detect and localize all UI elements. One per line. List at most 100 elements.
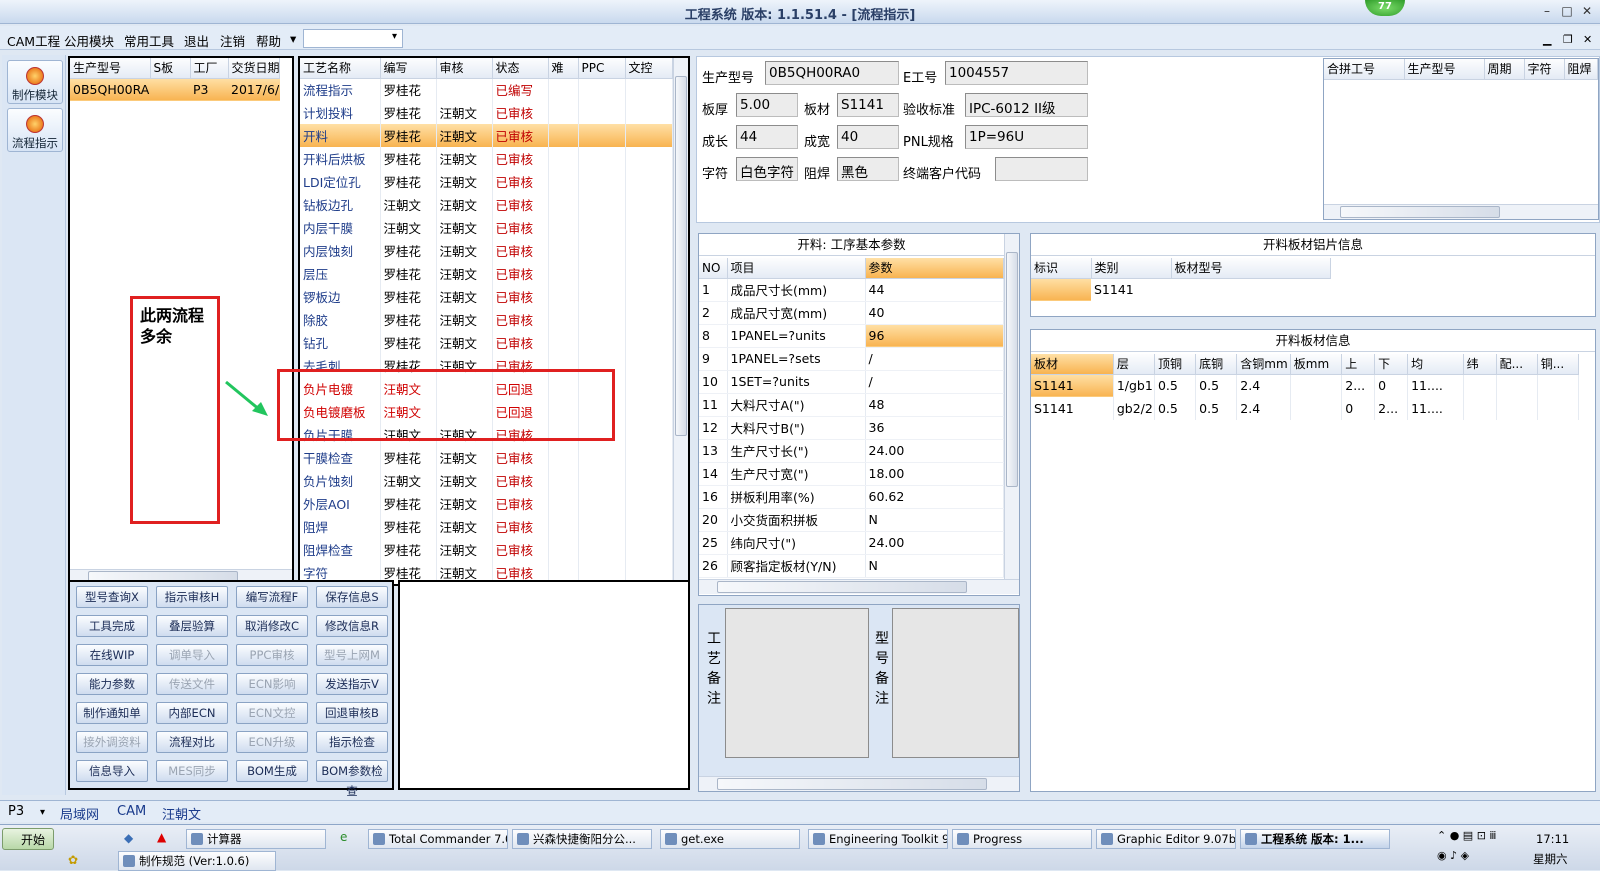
tray-app-icon[interactable]: ◆ (124, 831, 133, 845)
table-row[interactable]: 14 生产尺寸宽(") 18.00 (699, 462, 1004, 486)
table-row[interactable]: 锣板边 罗桂花 汪朝文 已审核 (300, 285, 673, 308)
table-row[interactable]: 负片蚀刻 汪朝文 汪朝文 已审核 (300, 469, 673, 492)
field-model[interactable]: 0B5QH00RA0 (765, 61, 899, 85)
field-length[interactable]: 44 (736, 125, 798, 149)
col-sheet-2[interactable]: 顶铜 (1154, 354, 1197, 375)
task-6[interactable]: Graphic Editor 9.07b2... (1096, 829, 1236, 849)
action-button-5-1[interactable]: 流程对比 (156, 731, 228, 753)
menu-common-module[interactable]: 公用模块 (64, 31, 114, 50)
menu-combo-box[interactable] (303, 29, 403, 48)
field-thickness[interactable]: 5.00 (736, 93, 798, 117)
task-1[interactable]: Total Commander 7.0... (368, 829, 508, 849)
action-button-5-0[interactable]: 接外调资料 (76, 731, 148, 753)
windows-flag-icon[interactable]: ✿ (68, 853, 78, 867)
table-row[interactable]: 阻焊 罗桂花 汪朝文 已审核 (300, 515, 673, 538)
table-row[interactable]: 8 1PANEL=?units 96 (699, 324, 1004, 348)
col-delivery[interactable]: 交货日期 (228, 58, 280, 79)
col-writer[interactable]: 编写 (380, 58, 437, 79)
table-row[interactable]: S1141 (1031, 278, 1331, 301)
start-button[interactable]: 开始 (2, 828, 54, 850)
table-row[interactable]: S1141 1/gb1 0.5 0.5 2.4 2... 0 11.... (1031, 374, 1580, 397)
params-hscrollbar[interactable] (699, 579, 1019, 594)
maximize-icon[interactable]: □ (1558, 3, 1576, 19)
action-button-2-1[interactable]: 调单导入 (156, 644, 228, 666)
col-sheet-1[interactable]: 层 (1113, 354, 1155, 375)
task-2[interactable]: 兴森快捷衡阳分公... (512, 829, 652, 849)
table-row[interactable]: 20 小交货面积拼板 N (699, 508, 1004, 532)
col-sheet-3[interactable]: 底铜 (1195, 354, 1238, 375)
col-merge-legend[interactable]: 字符 (1524, 59, 1565, 80)
action-button-6-2[interactable]: BOM生成 (236, 760, 308, 782)
action-button-4-3[interactable]: 回退审核B (316, 702, 388, 724)
action-button-4-2[interactable]: ECN文控 (236, 702, 308, 724)
col-merge-number[interactable]: 合拼工号 (1324, 59, 1405, 80)
table-row[interactable]: 13 生产尺寸长(") 24.00 (699, 439, 1004, 463)
col-merge-mask[interactable]: 阻焊 (1564, 59, 1598, 80)
col-difficulty[interactable]: 难 (548, 58, 579, 79)
table-row[interactable]: S1141 gb2/2 0.5 0.5 2.4 0 2... 11.... (1031, 397, 1580, 420)
minimize-icon[interactable]: – (1538, 3, 1556, 19)
table-row[interactable]: 除胶 罗桂花 汪朝文 已审核 (300, 308, 673, 331)
col-mark[interactable]: 标识 (1031, 258, 1092, 279)
table-row[interactable]: 流程指示 罗桂花 已编写 (300, 78, 673, 101)
menu-help[interactable]: 帮助 (256, 31, 281, 50)
field-material[interactable]: S1141 (837, 93, 899, 117)
action-button-3-3[interactable]: 发送指示V (316, 673, 388, 695)
table-row[interactable]: 钻板边孔 汪朝文 汪朝文 已审核 (300, 193, 673, 216)
mdi-restore-icon[interactable]: ❐ (1563, 33, 1573, 46)
table-row[interactable]: 10 1SET=?units / (699, 370, 1004, 394)
tray-icons-row2[interactable]: ◉ ♪ ◈ (1437, 849, 1469, 862)
action-button-0-1[interactable]: 指示审核H (156, 586, 228, 608)
action-button-5-3[interactable]: 指示检查 (316, 731, 388, 753)
action-button-4-1[interactable]: 内部ECN (156, 702, 228, 724)
col-sheet-0[interactable]: 板材 (1031, 354, 1114, 375)
col-factory[interactable]: 工厂 (190, 58, 229, 79)
table-row[interactable]: 外层AOI 罗桂花 汪朝文 已审核 (300, 492, 673, 515)
task-3[interactable]: get.exe (660, 829, 800, 849)
col-reviewer[interactable]: 审核 (436, 58, 493, 79)
action-button-3-2[interactable]: ECN影响 (236, 673, 308, 695)
close-icon[interactable]: ✕ (1578, 3, 1596, 19)
action-button-6-0[interactable]: 信息导入 (76, 760, 148, 782)
table-row[interactable]: 开料 罗桂花 汪朝文 已审核 (300, 124, 673, 147)
action-button-0-3[interactable]: 保存信息S (316, 586, 388, 608)
field-standard[interactable]: IPC-6012 II级 (965, 93, 1088, 117)
col-sheet-5[interactable]: 板mm (1290, 354, 1343, 375)
table-row[interactable]: 干膜检查 罗桂花 汪朝文 已审核 (300, 446, 673, 469)
col-sheet-10[interactable]: 配... (1496, 354, 1538, 375)
table-row[interactable]: 1 成品尺寸长(mm) 44 (699, 278, 1004, 302)
col-param[interactable]: 参数 (865, 258, 1004, 279)
table-row[interactable]: 12 大料尺寸B(") 36 (699, 416, 1004, 440)
pdf-icon[interactable]: ▲ (157, 830, 166, 844)
table-row[interactable]: 16 拼板利用率(%) 60.62 (699, 485, 1004, 509)
col-material-model[interactable]: 板材型号 (1171, 258, 1331, 279)
side-make-module-button[interactable]: 制作模块 (7, 60, 63, 104)
action-button-1-0[interactable]: 工具完成 (76, 615, 148, 637)
task-7[interactable]: 工程系统 版本: 1... (1240, 829, 1390, 849)
ie-icon[interactable]: e (340, 830, 347, 844)
action-button-3-0[interactable]: 能力参数 (76, 673, 148, 695)
table-row[interactable]: 层压 罗桂花 汪朝文 已审核 (300, 262, 673, 285)
col-sheet-7[interactable]: 下 (1374, 354, 1409, 375)
field-pnl[interactable]: 1P=96U (965, 125, 1088, 149)
field-customer-code[interactable] (995, 157, 1088, 181)
col-status[interactable]: 状态 (492, 58, 549, 79)
col-model[interactable]: 生产型号 (70, 58, 151, 79)
table-row[interactable]: 9 1PANEL=?sets / (699, 347, 1004, 371)
action-button-1-2[interactable]: 取消修改C (236, 615, 308, 637)
chevron-down-icon[interactable]: ▾ (290, 31, 296, 46)
action-button-2-0[interactable]: 在线WIP (76, 644, 148, 666)
field-e-number[interactable]: 1004557 (945, 61, 1088, 85)
task-5[interactable]: Progress (952, 829, 1092, 849)
field-solder-mask[interactable]: 黑色 (837, 157, 899, 181)
table-row[interactable]: 开料后烘板 罗桂花 汪朝文 已审核 (300, 147, 673, 170)
table-row[interactable]: 26 顾客指定板材(Y/N) N (699, 554, 1004, 578)
remarks-hscrollbar[interactable] (699, 776, 1019, 791)
model-remark-textarea[interactable] (892, 608, 1019, 758)
menu-logout[interactable]: 注销 (220, 31, 245, 50)
action-button-1-1[interactable]: 叠层验算 (156, 615, 228, 637)
col-sheet-6[interactable]: 上 (1341, 354, 1376, 375)
action-button-3-1[interactable]: 传送文件 (156, 673, 228, 695)
table-row[interactable]: 25 纬向尺寸(") 24.00 (699, 531, 1004, 555)
col-ppc[interactable]: PPC (578, 58, 626, 79)
